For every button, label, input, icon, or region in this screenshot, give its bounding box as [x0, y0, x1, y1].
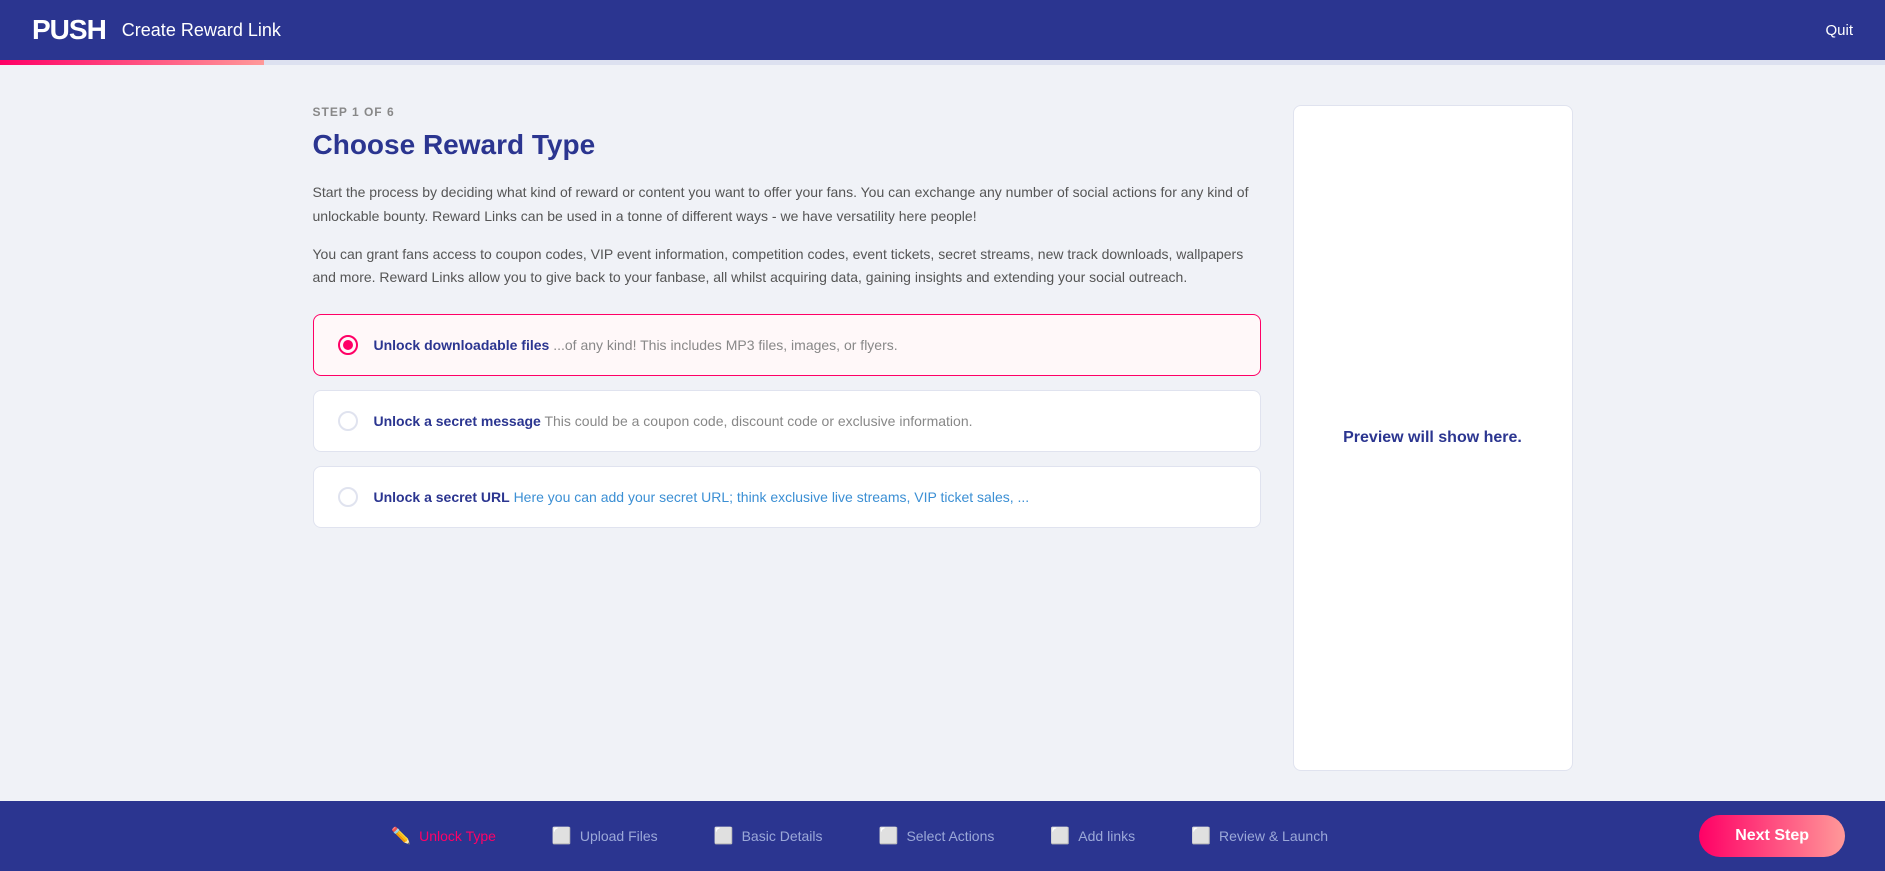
nav-step-review-launch[interactable]: ⬜ Review & Launch	[1163, 826, 1356, 846]
option-text-secret-url: Unlock a secret URL Here you can add you…	[374, 489, 1030, 505]
app-header: PUSH Create Reward Link Quit	[0, 0, 1885, 60]
footer-nav: ✏️ Unlock Type ⬜ Upload Files ⬜ Basic De…	[0, 801, 1885, 871]
option-text-downloadable: Unlock downloadable files ...of any kind…	[374, 337, 898, 353]
nav-label-add-links: Add links	[1078, 828, 1135, 844]
app-logo: PUSH	[32, 14, 106, 46]
left-panel: STEP 1 OF 6 Choose Reward Type Start the…	[313, 105, 1261, 771]
description-2: You can grant fans access to coupon code…	[313, 243, 1261, 291]
unlock-type-icon: ✏️	[391, 826, 411, 846]
nav-step-upload-files[interactable]: ⬜ Upload Files	[524, 826, 686, 846]
nav-label-select-actions: Select Actions	[906, 828, 994, 844]
main-content: STEP 1 OF 6 Choose Reward Type Start the…	[0, 65, 1885, 871]
nav-step-unlock-type[interactable]: ✏️ Unlock Type	[363, 826, 524, 846]
option-label-downloadable: Unlock downloadable files	[374, 337, 550, 353]
header-left: PUSH Create Reward Link	[32, 14, 281, 46]
option-desc-downloadable: ...of any kind! This includes MP3 files,…	[553, 337, 897, 353]
option-label-secret-url: Unlock a secret URL	[374, 489, 510, 505]
option-label-secret-message: Unlock a secret message	[374, 413, 541, 429]
radio-inner-downloadable	[343, 340, 353, 350]
quit-button[interactable]: Quit	[1825, 22, 1853, 39]
preview-placeholder: Preview will show here.	[1343, 429, 1522, 447]
option-secret-message[interactable]: Unlock a secret message This could be a …	[313, 390, 1261, 452]
review-launch-icon: ⬜	[1191, 826, 1211, 846]
option-text-secret-message: Unlock a secret message This could be a …	[374, 413, 973, 429]
preview-panel: Preview will show here.	[1293, 105, 1573, 771]
add-links-icon: ⬜	[1050, 826, 1070, 846]
nav-label-unlock-type: Unlock Type	[419, 828, 496, 844]
nav-step-select-actions[interactable]: ⬜ Select Actions	[851, 826, 1023, 846]
option-downloadable[interactable]: Unlock downloadable files ...of any kind…	[313, 314, 1261, 376]
basic-details-icon: ⬜	[714, 826, 734, 846]
step-label: STEP 1 OF 6	[313, 105, 1261, 119]
nav-step-add-links[interactable]: ⬜ Add links	[1022, 826, 1163, 846]
options-list: Unlock downloadable files ...of any kind…	[313, 314, 1261, 528]
select-actions-icon: ⬜	[879, 826, 899, 846]
radio-downloadable	[338, 335, 358, 355]
upload-files-icon: ⬜	[552, 826, 572, 846]
option-secret-url[interactable]: Unlock a secret URL Here you can add you…	[313, 466, 1261, 528]
radio-secret-url	[338, 487, 358, 507]
radio-secret-message	[338, 411, 358, 431]
nav-label-upload-files: Upload Files	[580, 828, 658, 844]
next-step-button[interactable]: Next Step	[1699, 815, 1845, 857]
nav-label-basic-details: Basic Details	[742, 828, 823, 844]
content-wrapper: STEP 1 OF 6 Choose Reward Type Start the…	[313, 105, 1573, 771]
footer-nav-inner: ✏️ Unlock Type ⬜ Upload Files ⬜ Basic De…	[40, 826, 1679, 846]
nav-label-review-launch: Review & Launch	[1219, 828, 1328, 844]
option-desc-secret-url: Here you can add your secret URL; think …	[514, 489, 1030, 505]
page-title-header: Create Reward Link	[122, 20, 281, 41]
nav-step-basic-details[interactable]: ⬜ Basic Details	[686, 826, 851, 846]
page-heading: Choose Reward Type	[313, 129, 1261, 161]
option-desc-secret-message: This could be a coupon code, discount co…	[544, 413, 972, 429]
description-1: Start the process by deciding what kind …	[313, 181, 1261, 229]
